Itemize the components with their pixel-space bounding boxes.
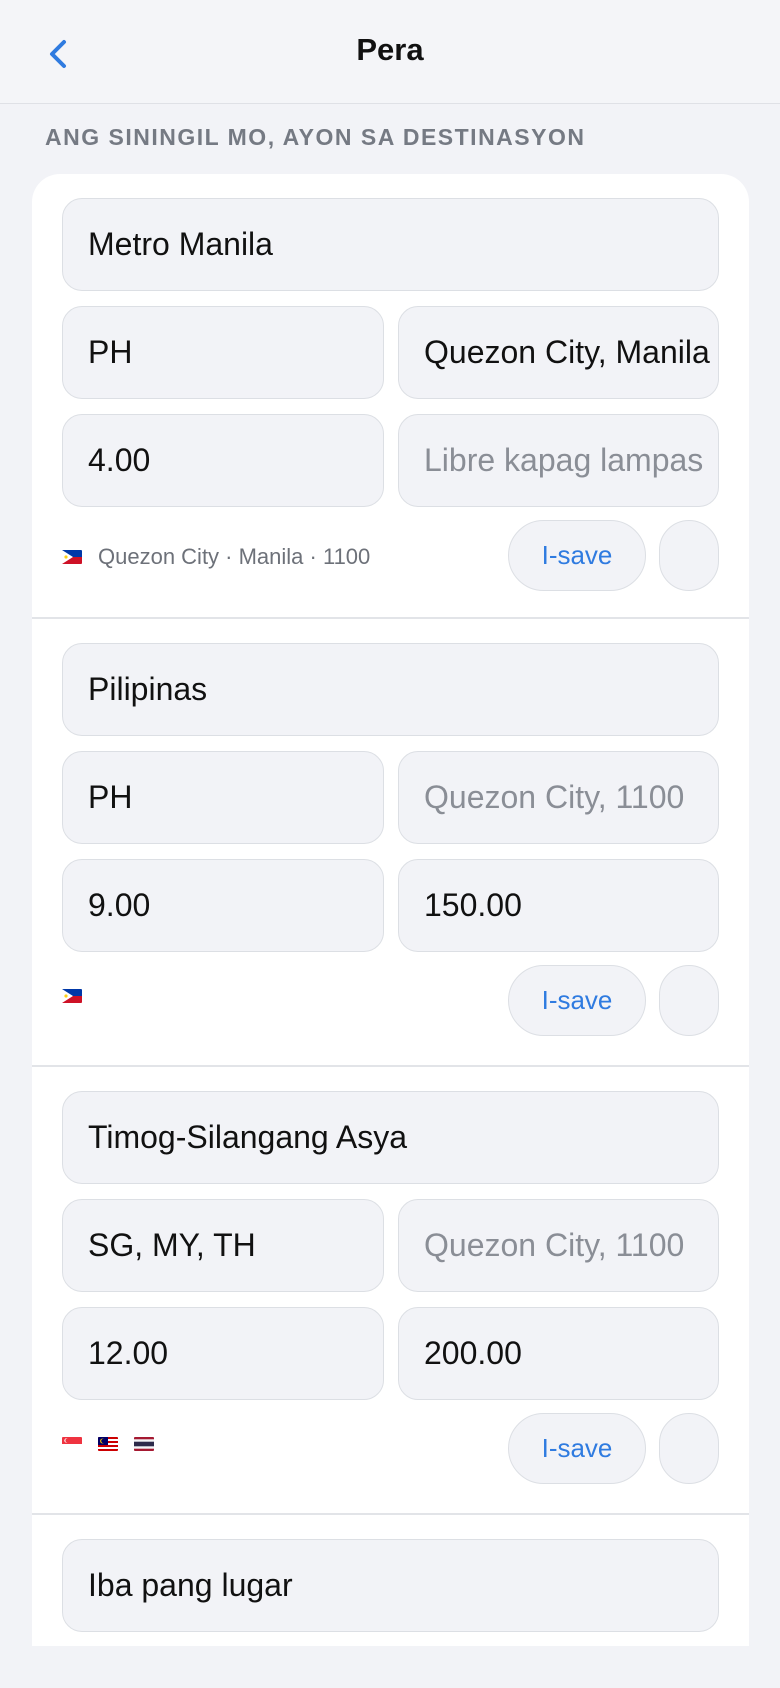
- more-button[interactable]: [659, 965, 719, 1036]
- ph-flag-icon: [62, 550, 82, 564]
- free-threshold-field[interactable]: Libre kapag lampas: [398, 414, 719, 507]
- countries-field[interactable]: PH: [62, 751, 384, 844]
- region-name-field[interactable]: Pilipinas: [62, 643, 719, 736]
- region-meta: [62, 1437, 168, 1451]
- countries-field[interactable]: PH: [62, 306, 384, 399]
- rate-field[interactable]: 9.00: [62, 859, 384, 952]
- ph-flag-icon: [62, 989, 82, 1003]
- my-flag-icon: [98, 1437, 118, 1451]
- rates-card: Metro Manila PH Quezon City, Manila 4.00…: [32, 174, 749, 1646]
- region-pilipinas: Pilipinas PH Quezon City, 1100 9.00 150.…: [32, 620, 749, 1066]
- region-metro-manila: Metro Manila PH Quezon City, Manila 4.00…: [32, 174, 749, 618]
- cities-field[interactable]: Quezon City, 1100: [398, 1199, 719, 1292]
- page-title: Pera: [356, 32, 424, 67]
- free-threshold-field[interactable]: 200.00: [398, 1307, 719, 1400]
- save-button[interactable]: I-save: [508, 1413, 646, 1484]
- region-name-field[interactable]: Metro Manila: [62, 198, 719, 291]
- region-meta-text: Quezon City · Manila · 1100: [98, 544, 371, 569]
- cities-field[interactable]: Quezon City, Manila: [398, 306, 719, 399]
- save-button[interactable]: I-save: [508, 520, 646, 591]
- free-threshold-field[interactable]: 150.00: [398, 859, 719, 952]
- th-flag-icon: [134, 1437, 154, 1451]
- cities-field[interactable]: Quezon City, 1100: [398, 751, 719, 844]
- rate-field[interactable]: 4.00: [62, 414, 384, 507]
- sg-flag-icon: [62, 1437, 82, 1451]
- countries-field[interactable]: SG, MY, TH: [62, 1199, 384, 1292]
- region-iba-pang-lugar: Iba pang lugar: [32, 1516, 749, 1646]
- divider: [32, 1513, 749, 1515]
- region-meta: Quezon City · Manila · 1100: [62, 544, 370, 570]
- section-header: ANG SININGIL MO, AYON SA DESTINASYON: [45, 124, 586, 150]
- region-meta: [62, 989, 96, 1003]
- save-button[interactable]: I-save: [508, 965, 646, 1036]
- divider: [32, 1065, 749, 1067]
- more-button[interactable]: [659, 1413, 719, 1484]
- rate-field[interactable]: 12.00: [62, 1307, 384, 1400]
- more-button[interactable]: [659, 520, 719, 591]
- divider: [32, 617, 749, 619]
- region-timog-silangang-asya: Timog-Silangang Asya SG, MY, TH Quezon C…: [32, 1068, 749, 1514]
- region-name-field[interactable]: Timog-Silangang Asya: [62, 1091, 719, 1184]
- region-name-field[interactable]: Iba pang lugar: [62, 1539, 719, 1632]
- navigation-bar: Pera: [0, 0, 780, 104]
